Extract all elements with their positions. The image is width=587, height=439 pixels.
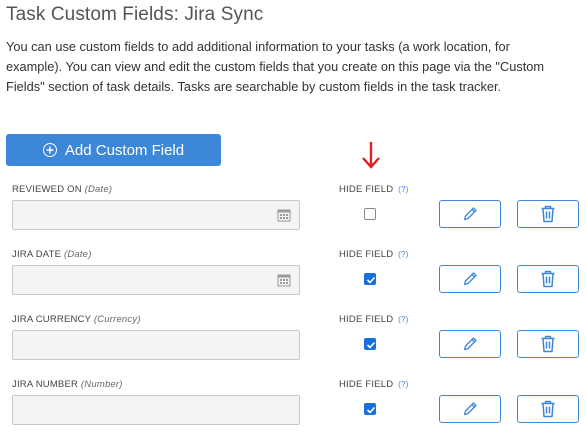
edit-field-button[interactable] — [439, 395, 501, 423]
field-value-input[interactable] — [12, 265, 300, 295]
edit-field-button[interactable] — [439, 200, 501, 228]
trash-icon — [541, 205, 555, 223]
field-name: JIRA NUMBER — [12, 379, 79, 390]
custom-field-row: JIRA CURRENCY (Currency) HIDE FIELD (?) — [0, 314, 587, 374]
pencil-icon — [463, 337, 477, 351]
down-arrow-icon — [362, 142, 380, 169]
custom-field-row: JIRA NUMBER (Number) HIDE FIELD (?) — [0, 379, 587, 439]
pencil-icon — [463, 272, 477, 286]
custom-field-row: REVIEWED ON (Date) HIDE FIELD (?) — [0, 184, 587, 244]
checkmark-icon — [366, 341, 376, 349]
field-type: (Date) — [63, 249, 92, 260]
field-value-input[interactable] — [12, 330, 300, 360]
custom-field-row: JIRA DATE (Date) HIDE FIELD (?) — [0, 249, 587, 309]
checkmark-icon — [366, 276, 376, 284]
edit-field-button[interactable] — [439, 330, 501, 358]
hide-field-help-link[interactable]: (?) — [398, 185, 408, 194]
hide-field-checkbox[interactable] — [364, 208, 376, 220]
hide-field-help-link[interactable]: (?) — [398, 250, 408, 259]
field-value-input[interactable] — [12, 200, 300, 230]
hide-field-label: HIDE FIELD — [339, 249, 394, 260]
field-value-input[interactable] — [12, 395, 300, 425]
calendar-icon[interactable] — [277, 208, 291, 222]
hide-field-label: HIDE FIELD — [339, 314, 394, 325]
field-name: JIRA CURRENCY — [12, 314, 91, 325]
field-name: REVIEWED ON — [12, 184, 82, 195]
field-type: (Currency) — [93, 314, 141, 325]
delete-field-button[interactable] — [517, 265, 579, 293]
hide-field-checkbox[interactable] — [364, 273, 376, 285]
hide-field-label: HIDE FIELD — [339, 379, 394, 390]
hide-field-checkbox[interactable] — [364, 403, 376, 415]
pencil-icon — [463, 402, 477, 416]
delete-field-button[interactable] — [517, 330, 579, 358]
field-type: (Date) — [84, 184, 113, 195]
trash-icon — [541, 400, 555, 418]
hide-field-checkbox[interactable] — [364, 338, 376, 350]
checkmark-icon — [366, 406, 376, 414]
add-custom-field-button[interactable]: Add Custom Field — [6, 134, 221, 166]
hide-field-label: HIDE FIELD — [339, 184, 394, 195]
page-description: You can use custom fields to add additio… — [6, 39, 545, 94]
edit-field-button[interactable] — [439, 265, 501, 293]
pencil-icon — [463, 207, 477, 221]
plus-circle-icon — [42, 143, 57, 157]
delete-field-button[interactable] — [517, 395, 579, 423]
calendar-icon[interactable] — [277, 273, 291, 287]
add-custom-field-label: Add Custom Field — [64, 141, 185, 159]
hide-field-help-link[interactable]: (?) — [398, 380, 408, 389]
field-name: JIRA DATE — [12, 249, 62, 260]
page-title: Task Custom Fields: Jira Sync — [6, 4, 264, 25]
field-type: (Number) — [80, 379, 123, 390]
trash-icon — [541, 335, 555, 353]
hide-field-help-link[interactable]: (?) — [398, 315, 408, 324]
trash-icon — [541, 270, 555, 288]
delete-field-button[interactable] — [517, 200, 579, 228]
